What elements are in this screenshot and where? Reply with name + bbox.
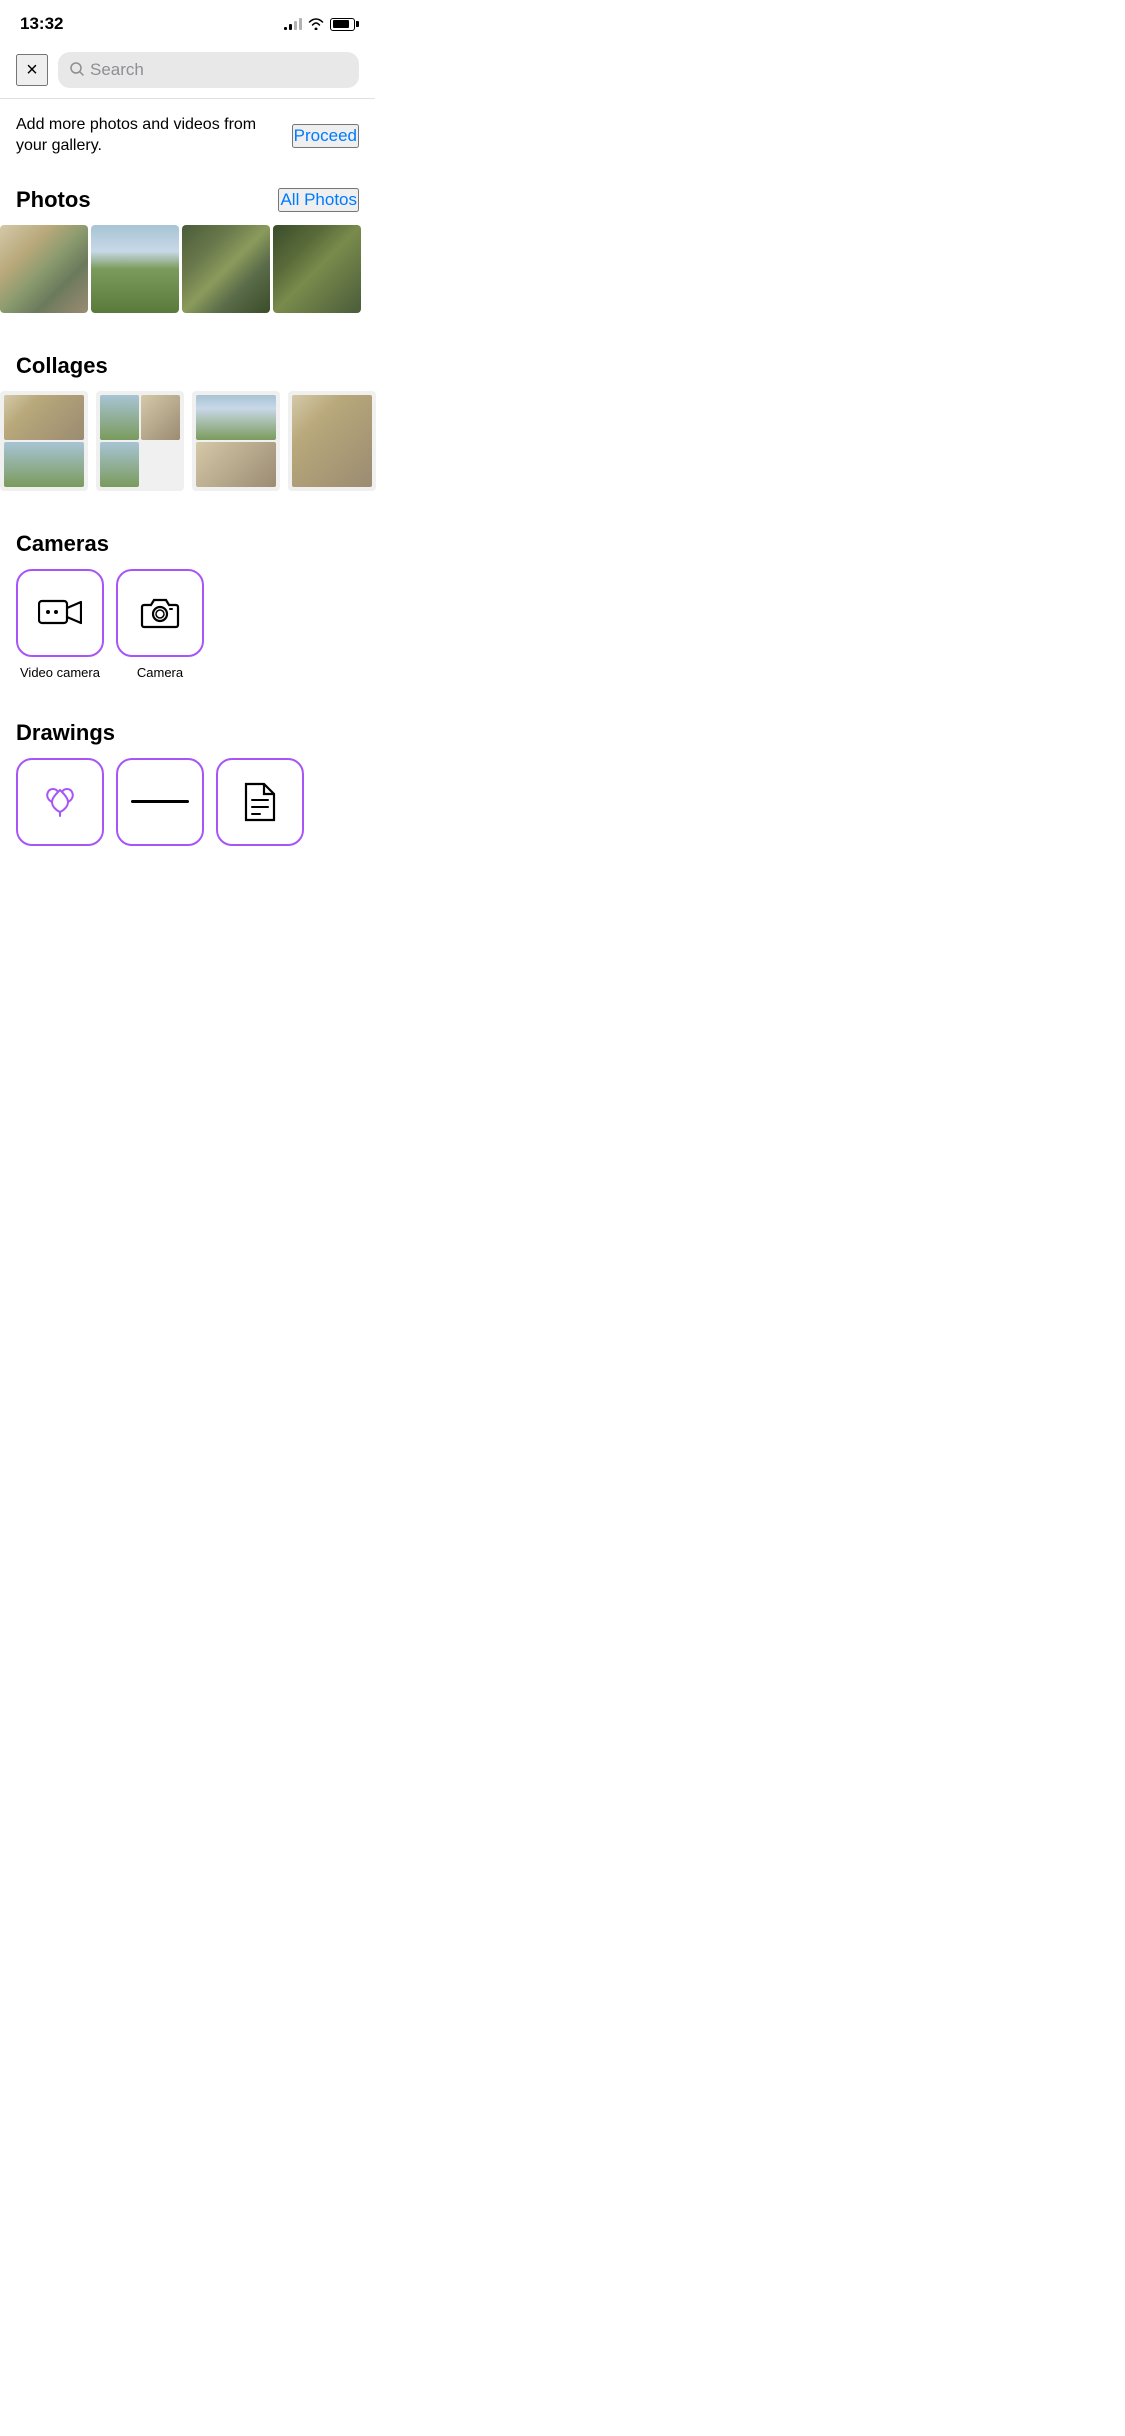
- proceed-button[interactable]: Proceed: [292, 124, 359, 148]
- status-icons: [284, 18, 355, 31]
- collages-section-header: Collages: [16, 353, 359, 379]
- camera-icon: [139, 595, 181, 631]
- battery-icon: [330, 18, 355, 31]
- wifi-icon: [308, 18, 324, 30]
- photo-thumb[interactable]: [0, 225, 88, 313]
- all-photos-button[interactable]: All Photos: [278, 188, 359, 212]
- collage-item[interactable]: [288, 391, 376, 491]
- drawing-crown-box[interactable]: [16, 758, 104, 846]
- collages-title: Collages: [16, 353, 108, 379]
- cameras-title: Cameras: [16, 531, 109, 557]
- add-photos-row: Add more photos and videos from your gal…: [0, 99, 375, 171]
- collages-section: Collages: [0, 353, 375, 379]
- collage-item[interactable]: [0, 391, 88, 491]
- drawings-section-header: Drawings: [16, 720, 359, 746]
- video-camera-item: Video camera: [16, 569, 104, 680]
- collages-strip: [0, 391, 391, 491]
- drawings-grid: [16, 758, 359, 846]
- drawing-line-box[interactable]: [116, 758, 204, 846]
- photo-thumb[interactable]: [273, 225, 361, 313]
- file-icon: [242, 780, 278, 824]
- photos-strip: [0, 225, 391, 313]
- line-icon: [131, 800, 190, 803]
- status-time: 13:32: [20, 14, 63, 34]
- video-camera-icon: [38, 595, 82, 631]
- drawing-file-box[interactable]: [216, 758, 304, 846]
- top-nav: × Search: [0, 44, 375, 98]
- cameras-grid: Video camera Camera: [16, 569, 359, 680]
- camera-label: Camera: [137, 665, 183, 680]
- close-button[interactable]: ×: [16, 54, 48, 86]
- photos-title: Photos: [16, 187, 91, 213]
- search-icon: [70, 62, 84, 79]
- crown-icon: [38, 780, 82, 824]
- cameras-section: Cameras Video camera: [0, 531, 375, 680]
- photos-section-header: Photos All Photos: [16, 187, 359, 213]
- search-bar[interactable]: Search: [58, 52, 359, 88]
- search-placeholder: Search: [90, 60, 144, 80]
- status-bar: 13:32: [0, 0, 375, 44]
- camera-box[interactable]: [116, 569, 204, 657]
- cameras-section-header: Cameras: [16, 531, 359, 557]
- collage-item[interactable]: [96, 391, 184, 491]
- drawings-title: Drawings: [16, 720, 115, 746]
- video-camera-box[interactable]: [16, 569, 104, 657]
- photo-thumb[interactable]: [182, 225, 270, 313]
- photos-section: Photos All Photos: [0, 187, 375, 213]
- photo-thumb[interactable]: [91, 225, 179, 313]
- signal-icon: [284, 18, 302, 30]
- drawings-section: Drawings: [0, 720, 375, 846]
- collage-item[interactable]: [192, 391, 280, 491]
- camera-item: Camera: [116, 569, 204, 680]
- add-photos-text: Add more photos and videos from your gal…: [16, 115, 276, 157]
- video-camera-label: Video camera: [20, 665, 100, 680]
